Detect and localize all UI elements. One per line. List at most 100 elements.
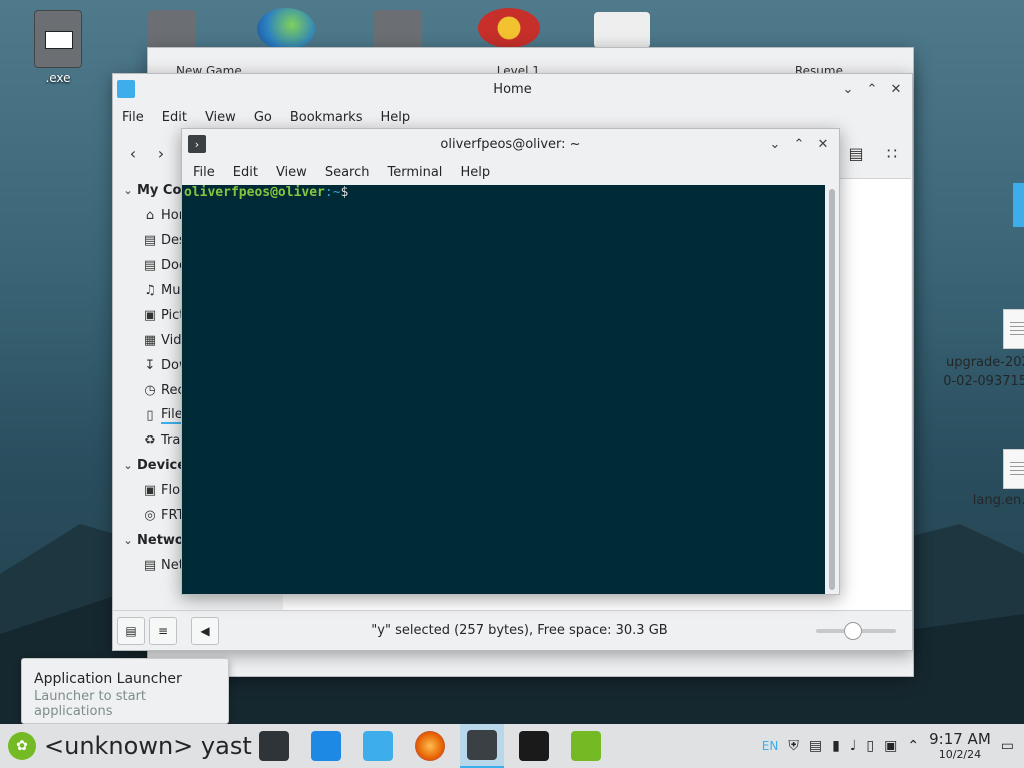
application-launcher[interactable]: ✿ <unknown> yast [0, 724, 252, 768]
forward-icon[interactable]: › [147, 139, 175, 167]
task-firefox[interactable] [408, 724, 452, 768]
desktop-icon-label: .exe [45, 71, 71, 85]
game-icon [519, 731, 549, 761]
executable-icon [34, 10, 82, 68]
zoom-slider[interactable] [816, 621, 896, 640]
terminal-app-icon: › [188, 135, 206, 153]
terminal-menubar: File Edit View Search Terminal Help [182, 159, 839, 185]
usb-icon[interactable]: ▯ [866, 738, 874, 754]
terminal-file-icon [148, 10, 196, 50]
clipboard-icon[interactable]: ▤ [809, 738, 822, 754]
gear-file-icon [374, 10, 422, 50]
minimize-button[interactable]: ⌄ [765, 134, 785, 154]
task-discover[interactable] [304, 724, 348, 768]
place-label: File [161, 407, 183, 424]
menu-edit[interactable]: Edit [153, 110, 196, 125]
menu-bookmarks[interactable]: Bookmarks [281, 110, 372, 125]
details-view-icon[interactable]: ▤ [842, 139, 870, 167]
menu-file[interactable]: File [184, 165, 224, 180]
prompt-path: :~ [324, 185, 341, 200]
text-file-icon [1003, 449, 1024, 489]
volume-muted-icon[interactable]: ♩ [850, 738, 857, 754]
terminal-titlebar[interactable]: › oliverfpeos@oliver: ~ ⌄ ⌃ ✕ [182, 129, 839, 159]
maximize-button[interactable]: ⌃ [789, 134, 809, 154]
menu-terminal[interactable]: Terminal [378, 165, 451, 180]
network-icon: ▤ [143, 558, 157, 573]
menu-edit[interactable]: Edit [224, 165, 267, 180]
minimize-button[interactable]: ⌄ [838, 79, 858, 99]
menu-file[interactable]: File [113, 110, 153, 125]
folder-icon [1013, 183, 1024, 227]
green-app-icon [571, 731, 601, 761]
show-desktop-icon[interactable]: ▭ [1001, 738, 1014, 754]
firefox-icon [415, 731, 445, 761]
shield-icon[interactable]: ⛨ [788, 738, 799, 754]
terminal-window[interactable]: › oliverfpeos@oliver: ~ ⌄ ⌃ ✕ File Edit … [181, 128, 840, 595]
document-icon: ▤ [143, 258, 157, 273]
desktop-icon-chrome[interactable] [478, 8, 540, 48]
chevron-down-icon: ⌄ [123, 184, 133, 197]
places-toggle-icon[interactable]: ▤ [117, 616, 145, 645]
desktop-icon-settings[interactable] [372, 10, 424, 50]
terminal-output[interactable]: oliverfpeos@oliver:~$ [182, 185, 825, 594]
menu-go[interactable]: Go [245, 110, 281, 125]
menu-help[interactable]: Help [371, 110, 419, 125]
scrollbar-thumb[interactable] [829, 189, 835, 590]
folder-icon [363, 731, 393, 761]
file-item-pws[interactable]: lang.en.pws [943, 449, 1024, 508]
file-manager-menubar: File Edit View Go Bookmarks Help [113, 104, 912, 130]
maximize-button[interactable]: ⌃ [862, 79, 882, 99]
tree-view-icon[interactable]: ≡ [149, 616, 177, 645]
menu-help[interactable]: Help [451, 165, 499, 180]
zoom-slider-handle[interactable] [844, 621, 862, 640]
globe-icon [257, 8, 315, 50]
notes-icon[interactable]: ▮ [832, 738, 840, 754]
desktop-icon-rocket[interactable] [594, 12, 650, 48]
task-settings[interactable] [252, 724, 296, 768]
file-icon: ▯ [146, 408, 154, 423]
menu-view[interactable]: View [196, 110, 245, 125]
close-button[interactable]: ✕ [886, 79, 906, 99]
disc-icon: ◎ [144, 508, 156, 523]
terminal-icon [467, 730, 497, 760]
chevron-down-icon: ⌄ [123, 459, 133, 472]
split-view-icon[interactable]: ◀ [191, 616, 219, 645]
window-title: oliverfpeos@oliver: ~ [440, 136, 581, 152]
desktop-icon-terminal[interactable] [146, 10, 198, 50]
file-label: lang.en.pws [972, 493, 1024, 508]
keyboard-layout[interactable]: EN [762, 739, 779, 753]
floppy-icon: ▣ [143, 483, 157, 498]
settings-sliders-icon [259, 731, 289, 761]
file-item-local[interactable]: local [963, 183, 1024, 248]
back-icon[interactable]: ‹ [119, 139, 147, 167]
file-manager-statusbar: ▤ ≡ ◀ "y" selected (257 bytes), Free spa… [113, 610, 912, 650]
close-button[interactable]: ✕ [813, 134, 833, 154]
chrome-icon [478, 8, 540, 48]
file-item-log[interactable]: upgrade-2024-10-02-093715.log [943, 309, 1024, 391]
home-icon: ⌂ [145, 208, 155, 223]
display-icon[interactable]: ▣ [884, 738, 897, 754]
icons-view-icon[interactable]: ∷ [878, 139, 906, 167]
task-file-manager[interactable] [356, 724, 400, 768]
desktop-icon-exe[interactable]: .exe [32, 10, 84, 85]
desktop-icon: ▤ [143, 233, 157, 248]
prompt-user: oliverfpeos@oliver [184, 185, 325, 200]
desktop-icon-downloader[interactable] [255, 8, 317, 50]
task-game[interactable] [512, 724, 556, 768]
menu-view[interactable]: View [267, 165, 316, 180]
taskbar: ✿ <unknown> yast EN ⛨ ▤ ▮ ♩ ▯ ▣ ⌃ 9:17 A… [0, 724, 1024, 768]
terminal-scrollbar[interactable] [825, 185, 839, 594]
file-label: upgrade-2024-10-02-093715.log [943, 355, 1024, 389]
download-icon: ↧ [144, 358, 156, 373]
launcher-text: <unknown> yast [44, 732, 252, 760]
clock[interactable]: 9:17 AM 10/2/24 [929, 732, 991, 761]
chevron-up-icon[interactable]: ⌃ [907, 738, 919, 754]
task-app-green[interactable] [564, 724, 608, 768]
file-manager-titlebar[interactable]: Home ⌄ ⌃ ✕ [113, 74, 912, 104]
store-icon [311, 731, 341, 761]
tooltip-title: Application Launcher [34, 671, 182, 687]
music-icon: ♫ [144, 283, 156, 298]
picture-icon: ▣ [143, 308, 157, 323]
task-terminal[interactable] [460, 724, 504, 768]
menu-search[interactable]: Search [316, 165, 379, 180]
